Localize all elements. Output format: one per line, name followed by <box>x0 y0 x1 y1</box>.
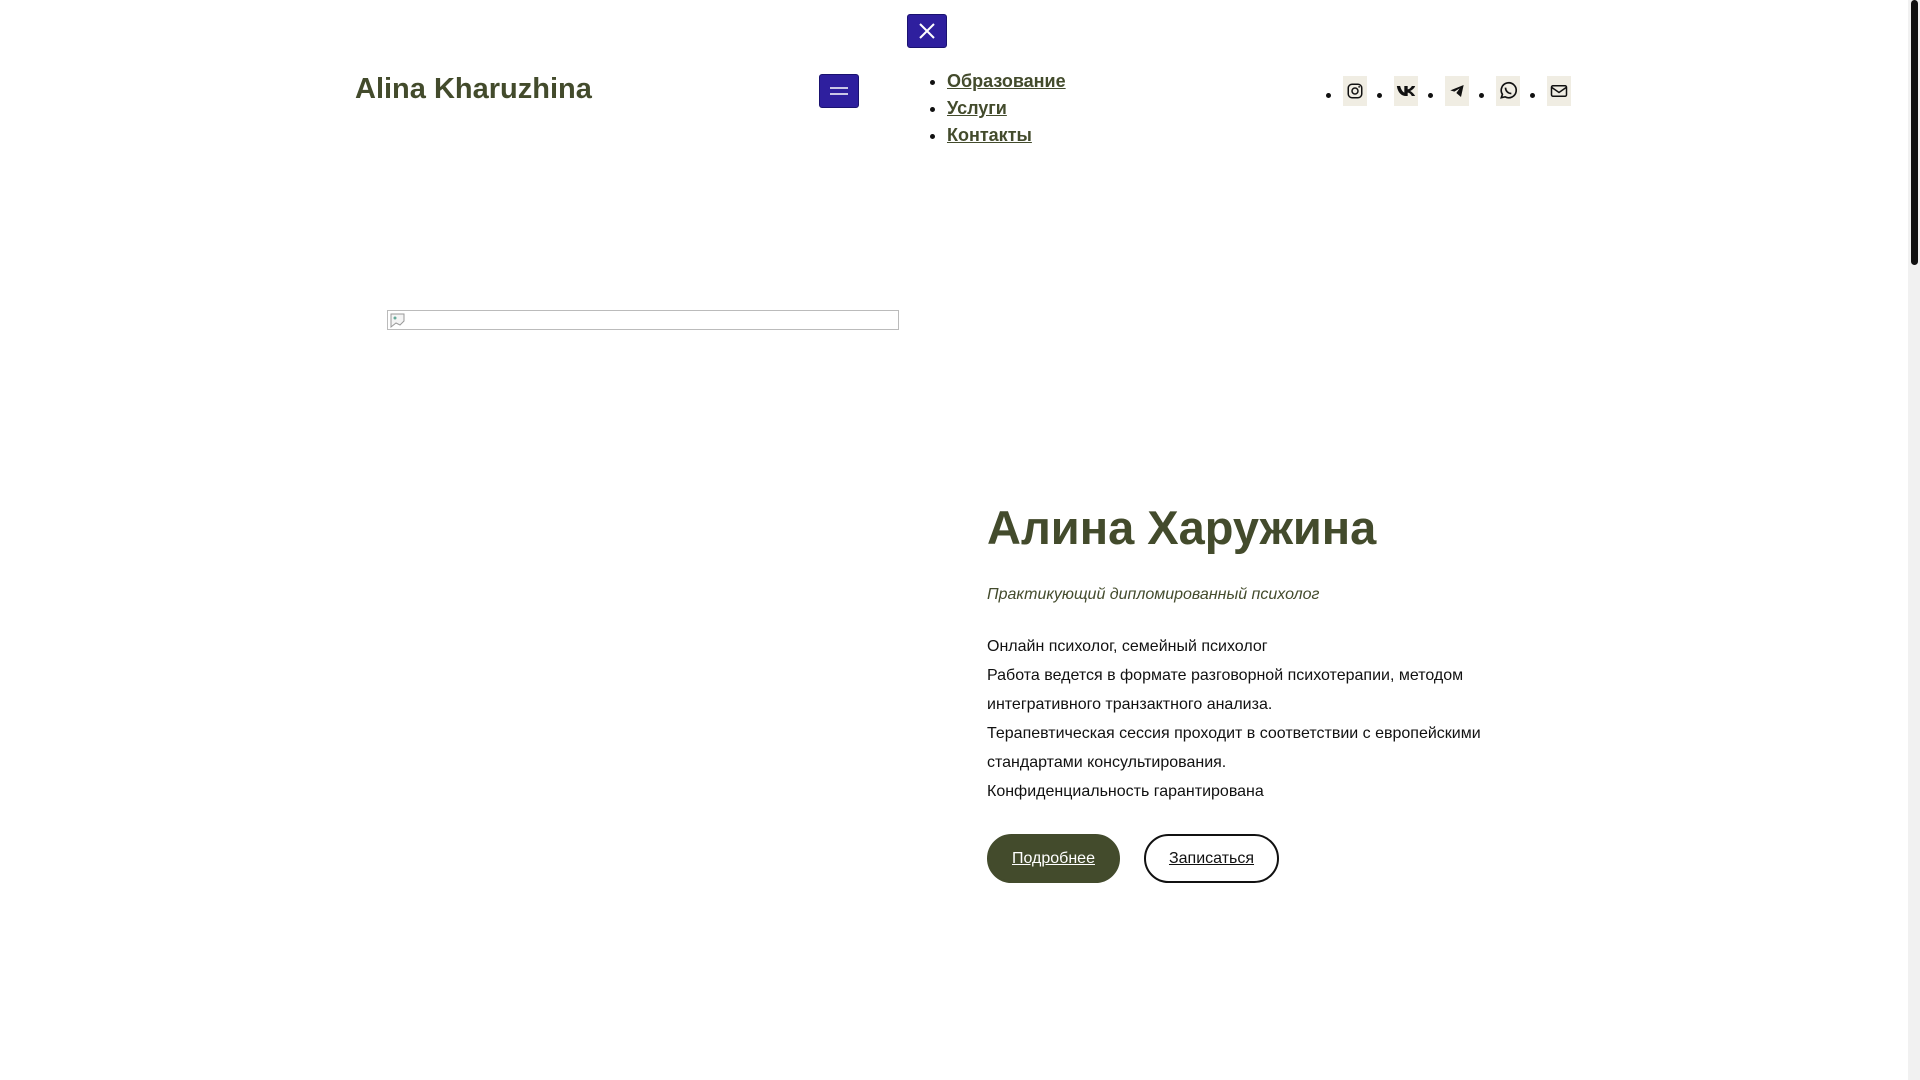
vk-icon <box>1396 86 1416 96</box>
nav-item-contacts: Контакты <box>947 122 1066 149</box>
vk-link[interactable] <box>1394 76 1418 106</box>
whatsapp-link[interactable] <box>1496 76 1520 106</box>
menu-open-button[interactable] <box>819 74 859 108</box>
telegram-link[interactable] <box>1445 76 1469 106</box>
broken-image-icon <box>390 313 405 329</box>
whatsapp-icon <box>1500 81 1518 99</box>
social-links <box>1316 76 1571 106</box>
hero-paragraph: Работа ведется в формате разговорной пси… <box>987 667 1464 714</box>
hero-paragraph: Конфиденциальность гарантирована <box>987 783 1264 801</box>
telegram-icon <box>1450 85 1464 97</box>
hero-subtitle: Практикующий дипломированный психолог <box>987 586 1320 604</box>
more-info-button[interactable]: Подробнее <box>987 834 1120 884</box>
social-item-whatsapp <box>1469 76 1520 106</box>
site-title[interactable]: Alina Kharuzhina <box>355 72 592 107</box>
nav-link-services[interactable]: Услуги <box>947 98 1007 118</box>
page-scrollbar[interactable] <box>1908 0 1920 1080</box>
scrollbar-thumb[interactable] <box>1911 0 1918 265</box>
nav-link-education[interactable]: Образование <box>947 71 1066 91</box>
social-item-instagram <box>1316 76 1367 106</box>
hero-description: Онлайн психолог, семейный психолог Работ… <box>987 632 1527 806</box>
hero-section: Алина Харужина Практикующий дипломирован… <box>987 500 1527 884</box>
main-navigation: Образование Услуги Контакты <box>925 68 1066 149</box>
nav-link-contacts[interactable]: Контакты <box>947 125 1032 145</box>
hamburger-menu-icon <box>830 87 848 95</box>
menu-close-button[interactable] <box>907 14 947 48</box>
nav-item-services: Услуги <box>947 95 1066 122</box>
book-session-button[interactable]: Записаться <box>1143 834 1280 884</box>
broken-image-placeholder <box>387 310 899 330</box>
social-item-mail <box>1520 76 1571 106</box>
instagram-icon <box>1347 83 1363 99</box>
hero-paragraph: Терапевтическая сессия проходит в соотве… <box>987 725 1481 772</box>
nav-item-education: Образование <box>947 68 1066 95</box>
mail-link[interactable] <box>1547 76 1571 106</box>
instagram-link[interactable] <box>1343 76 1367 106</box>
hero-actions: Подробнее Записаться <box>987 834 1527 884</box>
social-item-telegram <box>1418 76 1469 106</box>
hero-name: Алина Харужина <box>987 501 1377 554</box>
hero-paragraph: Онлайн психолог, семейный психолог <box>987 638 1268 656</box>
mail-icon <box>1550 85 1568 97</box>
close-icon <box>919 23 935 39</box>
social-item-vk <box>1367 76 1418 106</box>
